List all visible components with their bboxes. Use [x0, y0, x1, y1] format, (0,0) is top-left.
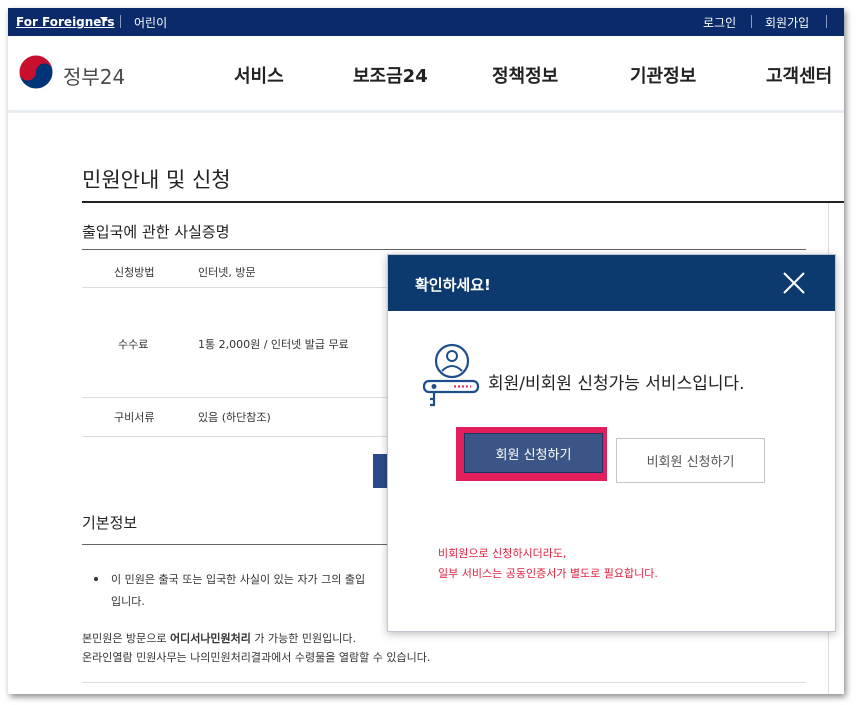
divider: [82, 201, 844, 203]
nav-policy[interactable]: 정책정보: [492, 62, 558, 88]
nav-support[interactable]: 고객센터: [766, 62, 832, 88]
basic-info-text: 이 민원은 출국 또는 입국한 사실이 있는 자가 그의 출입: [111, 573, 366, 586]
modal-title: 확인하세요!: [415, 276, 491, 294]
divider: [751, 15, 752, 28]
logo-text[interactable]: 정부24: [63, 61, 125, 90]
confirm-modal: 확인하세요! 회원/비회원 신청가능 서비스입니다. 회원 신청하기 비회원 신…: [387, 254, 836, 632]
browser-frame: For Foreigners 어린이 로그인 회원가입 정부24 서비스 보조금…: [8, 8, 844, 694]
row-label-method: 신청방법: [114, 266, 155, 279]
note-text: 본민원은 방문으로: [82, 632, 170, 645]
nav-services[interactable]: 서비스: [234, 62, 284, 88]
basic-info-text: 입니다.: [111, 595, 145, 608]
person-id-icon: [416, 341, 480, 417]
chevron-down-icon[interactable]: [100, 17, 108, 22]
note-bold-text: 어디서나민원처리: [169, 632, 251, 645]
notice-text: 일부 서비스는 공동인증서가 별도로 필요합니다.: [438, 567, 658, 580]
taegeuk-logo-icon[interactable]: [16, 52, 56, 96]
bullet-icon: [94, 577, 98, 581]
kids-link[interactable]: 어린이: [134, 14, 167, 31]
section-subtitle: 출입국에 관한 사실증명: [82, 223, 230, 241]
nav-agency[interactable]: 기관정보: [630, 62, 696, 88]
login-link[interactable]: 로그인: [703, 14, 736, 31]
modal-header: 확인하세요!: [388, 255, 835, 311]
signup-link[interactable]: 회원가입: [765, 14, 809, 31]
basic-info-note: 본민원은 방문으로 어디서나민원처리 가 가능한 민원입니다.: [82, 630, 356, 646]
top-utility-bar: For Foreigners 어린이 로그인 회원가입: [8, 8, 844, 36]
page-title: 민원안내 및 신청: [82, 168, 231, 192]
row-label-documents: 구비서류: [114, 411, 155, 424]
row-value-method: 인터넷, 방문: [198, 266, 256, 279]
basic-info-title: 기본정보: [82, 514, 138, 532]
row-value-fee: 1통 2,000원 / 인터넷 발급 무료: [198, 338, 349, 351]
row-value-documents: 있음 (하단참조): [198, 411, 271, 424]
divider: [82, 682, 806, 683]
nonmember-apply-button[interactable]: 비회원 신청하기: [616, 438, 765, 483]
divider: [120, 15, 121, 28]
note-text: 가 가능한 민원입니다.: [250, 632, 356, 645]
main-header: 정부24 서비스 보조금24 정책정보 기관정보 고객센터: [8, 36, 844, 113]
divider: [82, 249, 806, 250]
member-apply-button[interactable]: 회원 신청하기: [464, 433, 603, 473]
nav-subsidy[interactable]: 보조금24: [353, 62, 428, 88]
basic-info-note: 온라인열람 민원사무는 나의민원처리결과에서 수령물을 열람할 수 있습니다.: [82, 651, 431, 664]
row-label-fee: 수수료: [118, 338, 149, 351]
notice-text: 비회원으로 신청하시더라도,: [438, 547, 567, 560]
modal-message: 회원/비회원 신청가능 서비스입니다.: [488, 374, 745, 394]
close-icon[interactable]: [782, 271, 806, 295]
divider: [826, 15, 827, 28]
